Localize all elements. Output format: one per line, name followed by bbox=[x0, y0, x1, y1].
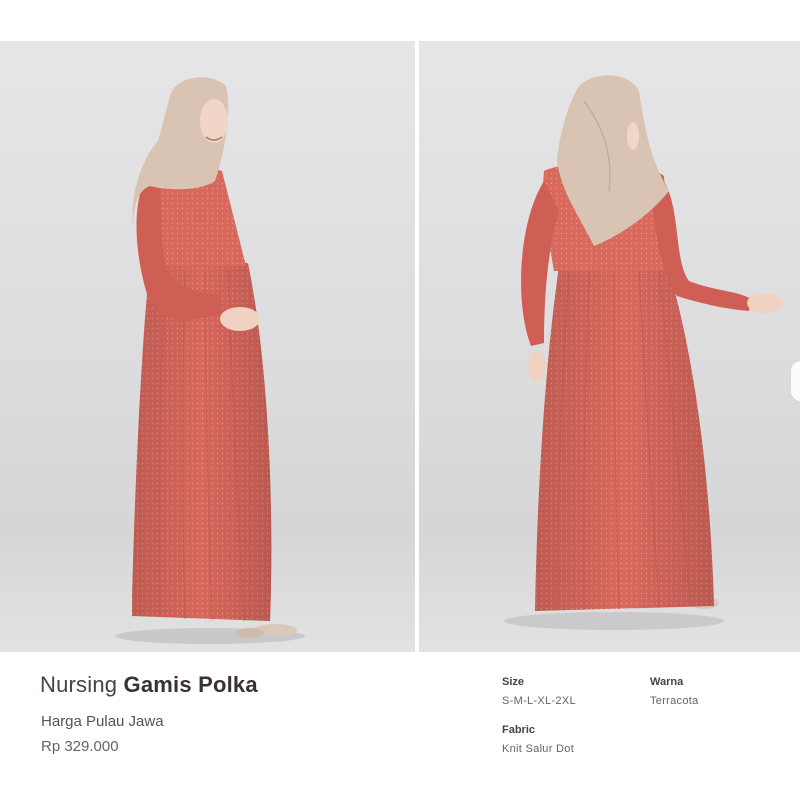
size-value: S-M-L-XL-2XL bbox=[502, 695, 576, 707]
top-margin bbox=[0, 0, 800, 41]
carousel-next-indicator[interactable] bbox=[790, 360, 800, 402]
product-photo-back[interactable] bbox=[419, 41, 800, 652]
price-value: Rp 329.000 bbox=[41, 738, 119, 755]
fabric-label: Fabric bbox=[502, 724, 536, 736]
color-value: Terracota bbox=[650, 695, 699, 707]
product-title: Nursing Gamis Polka bbox=[40, 672, 258, 698]
model-back-illustration bbox=[504, 75, 783, 630]
product-title-prefix: Nursing bbox=[40, 672, 118, 697]
product-title-name: Gamis Polka bbox=[123, 672, 258, 697]
color-label: Warna bbox=[650, 676, 684, 688]
size-label: Size bbox=[502, 676, 525, 688]
price-region-label: Harga Pulau Jawa bbox=[41, 713, 164, 730]
model-front-illustration bbox=[115, 77, 305, 644]
fabric-value: Knit Salur Dot bbox=[502, 743, 575, 755]
product-info-panel: Nursing Gamis Polka Harga Pulau Jawa Rp … bbox=[0, 652, 800, 800]
product-photo-front[interactable] bbox=[0, 41, 415, 652]
